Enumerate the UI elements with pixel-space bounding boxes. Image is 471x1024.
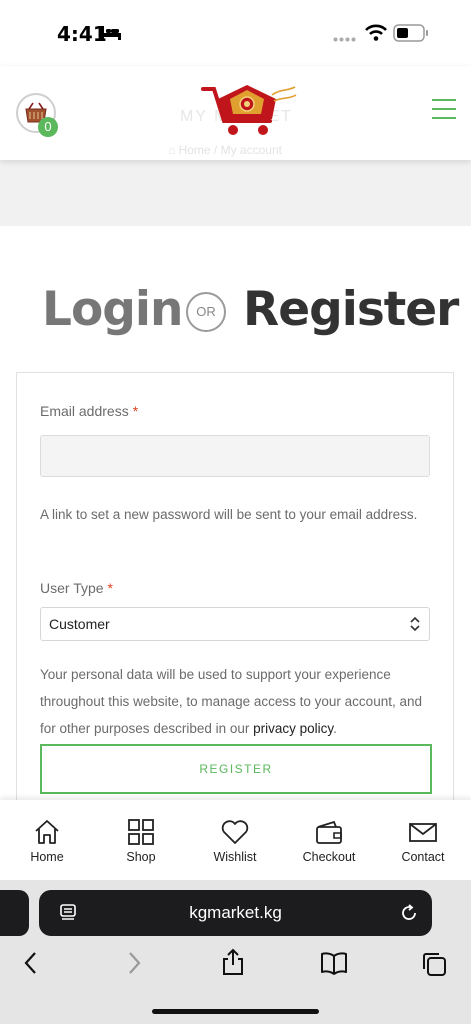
privacy-policy-link[interactable]: privacy policy	[253, 721, 333, 736]
status-time: 4:41	[57, 22, 107, 46]
privacy-end: .	[333, 721, 337, 736]
nav-contact[interactable]: Contact	[383, 818, 463, 864]
user-type-select[interactable]: Customer	[40, 607, 430, 641]
nav-label: Checkout	[302, 850, 356, 864]
required-mark: *	[107, 580, 113, 596]
privacy-text: Your personal data will be used to suppo…	[40, 667, 422, 736]
bottom-nav: Home Shop Wishlist Checkout Contact	[0, 800, 471, 880]
chevron-updown-icon	[410, 616, 420, 632]
register-button[interactable]: REGISTER	[40, 744, 432, 794]
battery-icon	[393, 24, 428, 42]
nav-label: Wishlist	[213, 850, 257, 864]
or-separator: OR	[186, 292, 226, 332]
page-banner	[0, 160, 471, 226]
address-bar[interactable]: kgmarket.kg	[39, 890, 432, 936]
wifi-icon	[365, 24, 387, 41]
home-indicator[interactable]	[152, 1009, 319, 1014]
nav-checkout[interactable]: Checkout	[289, 818, 369, 864]
email-field[interactable]	[40, 435, 430, 477]
nav-label: Home	[30, 850, 64, 864]
required-mark: *	[132, 403, 139, 419]
signal-dots-icon	[333, 37, 356, 42]
bookmarks-icon[interactable]	[320, 951, 348, 975]
site-header: 0 MY MARKET ⌂ Home / My account	[0, 66, 471, 160]
sleep-focus-icon	[101, 26, 121, 40]
site-logo[interactable]	[200, 81, 300, 141]
heart-icon	[221, 820, 249, 844]
login-register-heading: Login OR Register	[0, 282, 471, 346]
reload-icon[interactable]	[399, 903, 419, 923]
menu-line	[432, 99, 456, 101]
previous-tab-pill[interactable]	[0, 890, 29, 936]
menu-line	[432, 108, 456, 110]
home-icon	[35, 820, 59, 844]
password-hint: A link to set a new password will be sen…	[40, 507, 418, 522]
user-type-label-text: User Type	[40, 580, 104, 596]
login-tab[interactable]: Login	[42, 282, 183, 337]
nav-shop[interactable]: Shop	[101, 818, 181, 864]
url-text: kgmarket.kg	[189, 903, 282, 922]
register-form: Email address * A link to set a new passw…	[16, 372, 454, 844]
menu-line	[432, 117, 456, 119]
hamburger-menu-button[interactable]	[432, 99, 456, 119]
status-bar: 4:41	[0, 0, 471, 66]
user-type-label: User Type *	[40, 580, 113, 596]
privacy-notice: Your personal data will be used to suppo…	[40, 661, 440, 742]
nav-wishlist[interactable]: Wishlist	[195, 818, 275, 864]
share-icon[interactable]	[221, 948, 245, 976]
email-label-text: Email address	[40, 403, 129, 419]
nav-label: Shop	[126, 850, 156, 864]
wallet-icon	[316, 820, 342, 844]
email-label: Email address *	[40, 403, 138, 419]
mail-icon	[409, 823, 437, 842]
breadcrumb: ⌂ Home / My account	[168, 143, 282, 157]
back-icon[interactable]	[22, 951, 40, 975]
register-tab[interactable]: Register	[243, 282, 459, 337]
nav-home[interactable]: Home	[7, 818, 87, 864]
grid-icon	[128, 819, 154, 845]
tabs-icon[interactable]	[421, 951, 447, 977]
forward-icon[interactable]	[125, 951, 143, 975]
browser-toolbar: kgmarket.kg	[0, 880, 471, 1024]
user-type-value: Customer	[49, 616, 110, 632]
cart-count-badge: 0	[38, 117, 58, 137]
nav-label: Contact	[401, 850, 445, 864]
